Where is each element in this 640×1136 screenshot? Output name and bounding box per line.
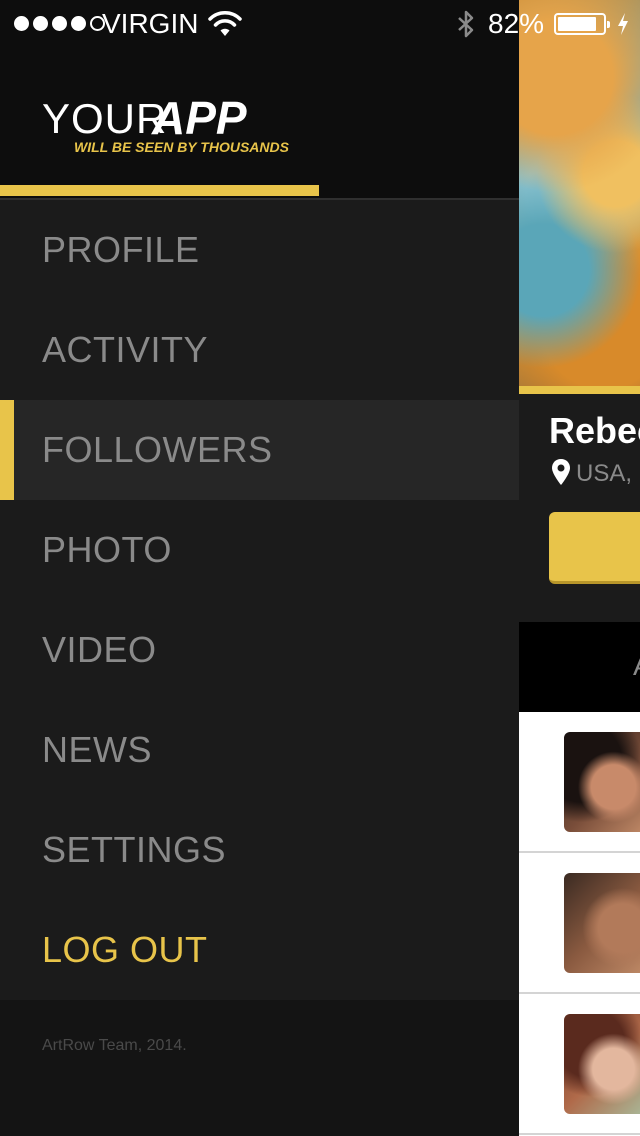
content-panel[interactable]: Rebec USA, F A <box>519 0 640 1136</box>
copyright-text: ArtRow Team, 2014. <box>42 1037 187 1054</box>
carrier-name: VIRGIN <box>102 8 199 39</box>
avatar[interactable] <box>564 732 640 832</box>
menu-item-settings[interactable]: SETTINGS <box>0 800 519 900</box>
list-item[interactable] <box>519 994 640 1135</box>
wifi-icon <box>208 10 242 43</box>
location-pin-icon <box>551 458 571 491</box>
battery-percentage: 82% <box>488 8 545 39</box>
bluetooth-icon <box>456 10 476 43</box>
avatar[interactable] <box>564 873 640 973</box>
status-bar: VIRGIN 82% <box>0 0 640 50</box>
logo-tagline: WILL BE SEEN BY THOUSANDS <box>74 139 289 155</box>
profile-tabs-bar: A <box>519 622 640 712</box>
list-item[interactable] <box>519 853 640 994</box>
menu-list: PROFILE ACTIVITY FOLLOWERS PHOTO VIDEO N… <box>0 200 519 1000</box>
menu-item-activity[interactable]: ACTIVITY <box>0 300 519 400</box>
profile-tab-label[interactable]: A <box>633 650 640 682</box>
signal-strength-icon <box>14 16 105 31</box>
menu-item-logout[interactable]: LOG OUT <box>0 900 519 1000</box>
menu-footer: ArtRow Team, 2014. <box>0 1000 519 1136</box>
logo-app-text: APP <box>152 92 247 144</box>
menu-item-profile[interactable]: PROFILE <box>0 200 519 300</box>
menu-item-news[interactable]: NEWS <box>0 700 519 800</box>
logo-your-text: YOUR <box>42 95 168 142</box>
side-menu: YOUR APP WILL BE SEEN BY THOUSANDS PROFI… <box>0 0 519 1136</box>
menu-item-video[interactable]: VIDEO <box>0 600 519 700</box>
menu-item-photo[interactable]: PHOTO <box>0 500 519 600</box>
follow-button[interactable] <box>549 512 640 584</box>
profile-name: Rebec <box>549 410 640 451</box>
profile-location: USA, F <box>576 460 640 487</box>
menu-item-followers[interactable]: FOLLOWERS <box>0 400 519 500</box>
cover-photo <box>519 0 640 386</box>
battery-icon <box>554 13 610 35</box>
header-accent-bar <box>0 185 319 196</box>
followers-list <box>519 712 640 1136</box>
avatar[interactable] <box>564 1014 640 1114</box>
charging-icon <box>616 12 630 41</box>
cover-accent-bar <box>519 386 640 394</box>
list-item[interactable] <box>519 712 640 853</box>
